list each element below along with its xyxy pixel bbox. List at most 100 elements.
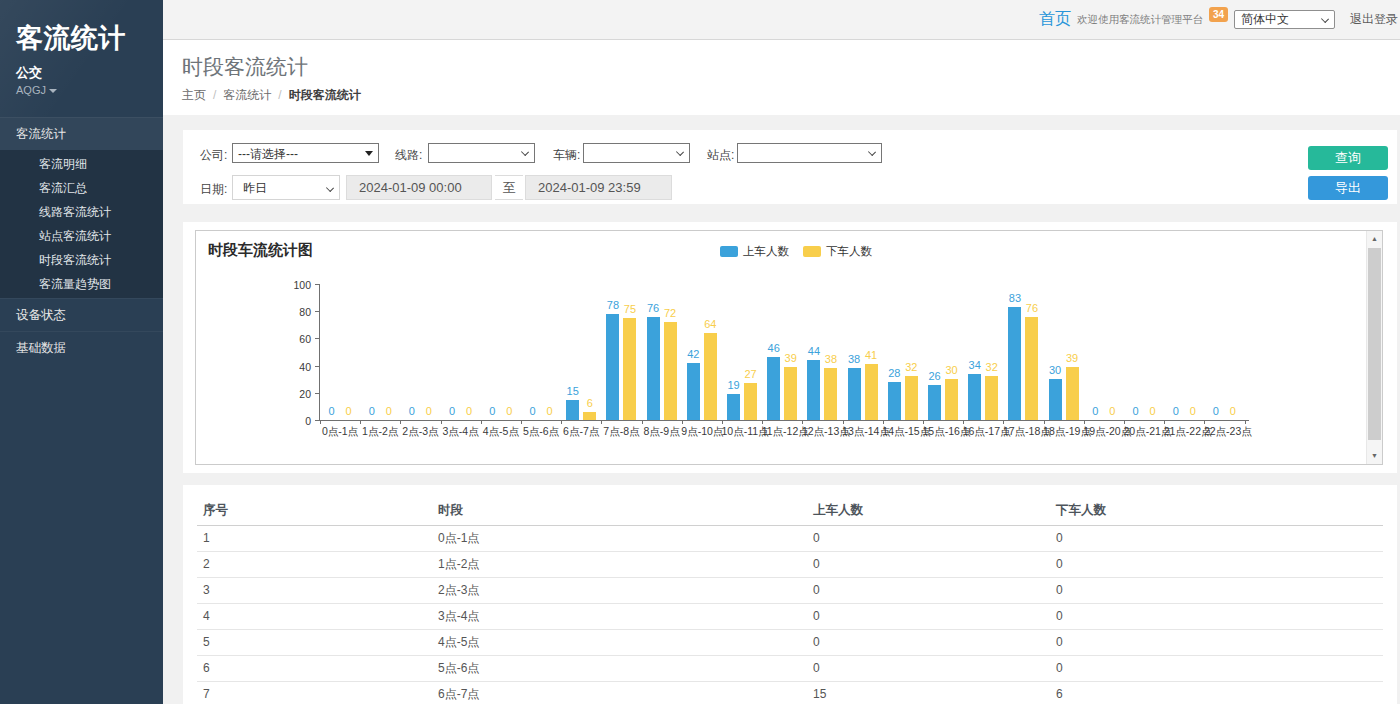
table-cell: 3点-4点 [432,603,807,629]
x-tick [400,420,401,424]
sidebar-children: 客流明细客流汇总线路客流统计站点客流统计时段客流统计客流量趋势图 [0,150,163,298]
export-button[interactable]: 导出 [1308,176,1388,200]
y-tick-label: 20 [281,388,311,400]
y-tick [315,338,319,339]
bar-value-label: 15 [558,385,588,397]
x-category-label: 19点-20点 [1083,425,1124,439]
table-row: 65点-6点00 [197,655,1383,681]
content: 公司: ---请选择--- 线路: 车辆: 站点: 日期: 昨日 2024-01… [163,115,1400,704]
sidebar-item[interactable]: 线路客流统计 [0,200,163,224]
bar-value-label: 76 [1017,302,1047,314]
table-cell: 2点-3点 [432,577,807,603]
bar-boarding [968,374,981,420]
x-category-label: 17点-18点 [1003,425,1044,439]
vehicle-select[interactable] [583,143,690,163]
table-cell: 0 [1050,655,1383,681]
x-tick [441,420,442,424]
table-header: 上车人数 [807,497,1050,525]
table-cell: 7 [197,681,432,704]
bar-alighting [1025,317,1038,420]
table-cell: 0 [1050,551,1383,577]
line-select[interactable] [428,143,535,163]
page-head: 时段客流统计 主页/客流统计/时段客流统计 [163,40,1400,115]
user-menu[interactable]: AQGJ [16,84,147,96]
date-to-label: 至 [495,175,523,200]
sidebar-section-2[interactable]: 基础数据 [0,331,163,364]
date-preset-select[interactable]: 昨日 [232,175,340,200]
notification-badge[interactable]: 34 [1209,7,1228,22]
chart-scrollbar[interactable]: ▲ ▼ [1366,231,1382,464]
home-link[interactable]: 首页 [1039,9,1071,30]
table-cell: 0 [807,577,1050,603]
y-tick-label: 100 [281,279,311,291]
company-select[interactable]: ---请选择--- [232,143,379,163]
x-tick [883,420,884,424]
data-table: 序号时段上车人数下车人数 10点-1点0021点-2点0032点-3点0043点… [197,497,1383,704]
table-cell: 3 [197,577,432,603]
date-preset-value: 昨日 [233,176,339,199]
table-cell: 4点-5点 [432,629,807,655]
main-area: 首页 欢迎使用客流统计管理平台 34 简体中文 退出登录 时段客流统计 主页/客… [163,0,1400,704]
x-category-label: 21点-22点 [1164,425,1205,439]
bar-boarding [1008,307,1021,420]
x-category-label: 13点-14点 [842,425,883,439]
table-cell: 6点-7点 [432,681,807,704]
logout-link[interactable]: 退出登录 [1350,11,1398,28]
table-cell: 1点-2点 [432,551,807,577]
scroll-up-icon[interactable]: ▲ [1367,231,1382,247]
bar-value-label: 0 [1218,405,1248,417]
chevron-down-icon [521,148,529,156]
bar-boarding [767,357,780,420]
x-tick [1204,420,1205,424]
sidebar-section-0[interactable]: 客流统计 [0,117,163,150]
bar-value-label: 27 [736,368,766,380]
x-category-label: 7点-8点 [601,425,642,439]
table-row: 21点-2点00 [197,551,1383,577]
date-to-input[interactable]: 2024-01-09 23:59 [525,175,672,200]
query-button[interactable]: 查询 [1308,146,1388,170]
table-cell: 0 [1050,577,1383,603]
sidebar-item[interactable]: 客流量趋势图 [0,272,163,296]
x-tick [601,420,602,424]
bar-value-label: 64 [695,318,725,330]
station-select[interactable] [737,143,882,163]
sidebar-item[interactable]: 时段客流统计 [0,248,163,272]
table-cell: 5 [197,629,432,655]
x-category-label: 4点-5点 [480,425,521,439]
y-tick [315,420,319,421]
table-cell: 0 [807,525,1050,551]
filter-panel: 公司: ---请选择--- 线路: 车辆: 站点: 日期: 昨日 2024-01… [183,130,1397,204]
sidebar-item[interactable]: 客流明细 [0,152,163,176]
x-category-label: 10点-11点 [722,425,763,439]
table-cell: 5点-6点 [432,655,807,681]
x-category-label: 18点-19点 [1043,425,1084,439]
sidebar-item[interactable]: 客流汇总 [0,176,163,200]
table-cell: 0 [1050,603,1383,629]
date-label: 日期: [200,181,227,198]
logo-area: 客流统计 公交 AQGJ [0,0,163,117]
table-row: 76点-7点156 [197,681,1383,704]
x-category-label: 0点-1点 [320,425,361,439]
sidebar-item[interactable]: 站点客流统计 [0,224,163,248]
date-from-input[interactable]: 2024-01-09 00:00 [346,175,492,200]
x-tick [923,420,924,424]
x-category-label: 14点-15点 [882,425,923,439]
sidebar-section-1[interactable]: 设备状态 [0,298,163,331]
x-tick [561,420,562,424]
table-cell: 2 [197,551,432,577]
x-category-label: 3点-4点 [440,425,481,439]
bar-value-label: 0 [535,405,565,417]
y-tick-label: 40 [281,361,311,373]
bar-value-label: 42 [678,348,708,360]
scrollbar-thumb[interactable] [1368,248,1381,440]
bar-alighting [704,333,717,420]
x-category-label: 15点-16点 [923,425,964,439]
company-value: ---请选择--- [233,144,378,162]
breadcrumb-parent[interactable]: 客流统计 [223,88,271,102]
table-cell: 1 [197,525,432,551]
language-select[interactable]: 简体中文 [1234,10,1335,29]
y-tick-label: 60 [281,333,311,345]
breadcrumb-home[interactable]: 主页 [182,88,206,102]
scroll-down-icon[interactable]: ▼ [1367,448,1382,464]
x-tick [1084,420,1085,424]
